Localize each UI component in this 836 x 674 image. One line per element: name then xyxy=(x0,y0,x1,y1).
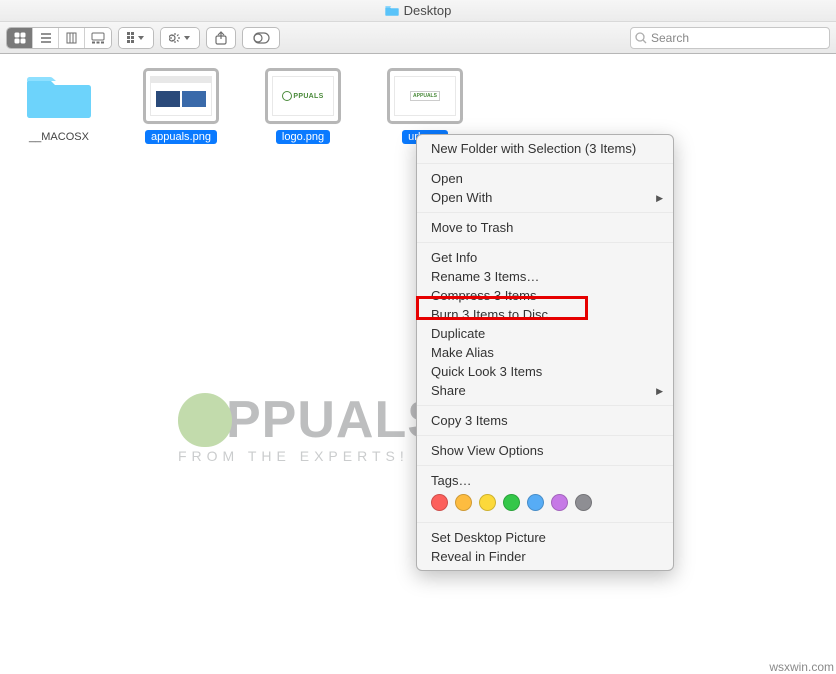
menu-duplicate[interactable]: Duplicate xyxy=(417,324,673,343)
menu-set-desktop[interactable]: Set Desktop Picture xyxy=(417,528,673,547)
menu-view-options[interactable]: Show View Options xyxy=(417,441,673,460)
tag-green[interactable] xyxy=(503,494,520,511)
search-input[interactable]: Search xyxy=(630,27,830,49)
tags-button[interactable] xyxy=(242,27,280,49)
folder-icon xyxy=(385,5,399,16)
menu-tags[interactable]: Tags… xyxy=(417,471,673,490)
watermark-brand: PPUALS xyxy=(226,390,443,450)
menu-share[interactable]: Share xyxy=(417,381,673,400)
watermark-tagline: FROM THE EXPERTS! xyxy=(178,448,443,464)
menu-move-to-trash[interactable]: Move to Trash xyxy=(417,218,673,237)
list-view-button[interactable] xyxy=(33,28,59,48)
item-folder[interactable]: __MACOSX xyxy=(16,68,102,144)
menu-separator xyxy=(417,163,673,164)
menu-make-alias[interactable]: Make Alias xyxy=(417,343,673,362)
menu-open-with[interactable]: Open With xyxy=(417,188,673,207)
item-label: __MACOSX xyxy=(23,130,95,144)
tag-colors-row xyxy=(417,490,673,517)
item-label: appuals.png xyxy=(145,130,217,144)
column-view-button[interactable] xyxy=(59,28,85,48)
item-file[interactable]: PPUALS logo.png xyxy=(260,68,346,144)
corner-credit: wsxwin.com xyxy=(769,660,834,674)
item-file[interactable]: APPUALS url.png xyxy=(382,68,468,144)
window-title: Desktop xyxy=(404,3,452,18)
context-menu: New Folder with Selection (3 Items) Open… xyxy=(416,134,674,571)
menu-separator xyxy=(417,212,673,213)
gallery-view-button[interactable] xyxy=(85,28,111,48)
thumbnail: PPUALS xyxy=(267,68,339,124)
content-area[interactable]: __MACOSX appuals.png PPUALS logo.png APP… xyxy=(0,54,836,674)
share-button[interactable] xyxy=(206,27,236,49)
window-titlebar: Desktop xyxy=(0,0,836,22)
toolbar: Search xyxy=(0,22,836,54)
menu-reveal-finder[interactable]: Reveal in Finder xyxy=(417,547,673,566)
menu-separator xyxy=(417,242,673,243)
menu-open[interactable]: Open xyxy=(417,169,673,188)
menu-separator xyxy=(417,465,673,466)
group-by-dropdown[interactable] xyxy=(118,27,154,49)
menu-separator xyxy=(417,405,673,406)
menu-copy[interactable]: Copy 3 Items xyxy=(417,411,673,430)
menu-burn[interactable]: Burn 3 Items to Disc… xyxy=(417,305,673,324)
menu-separator xyxy=(417,435,673,436)
tag-yellow[interactable] xyxy=(479,494,496,511)
tag-purple[interactable] xyxy=(551,494,568,511)
menu-compress[interactable]: Compress 3 Items xyxy=(417,286,673,305)
tag-gray[interactable] xyxy=(575,494,592,511)
search-placeholder: Search xyxy=(651,31,689,45)
tag-blue[interactable] xyxy=(527,494,544,511)
menu-get-info[interactable]: Get Info xyxy=(417,248,673,267)
watermark: PPUALS FROM THE EXPERTS! xyxy=(178,390,443,464)
search-icon xyxy=(635,32,647,44)
menu-quick-look[interactable]: Quick Look 3 Items xyxy=(417,362,673,381)
menu-new-folder[interactable]: New Folder with Selection (3 Items) xyxy=(417,139,673,158)
item-file[interactable]: appuals.png xyxy=(138,68,224,144)
tag-red[interactable] xyxy=(431,494,448,511)
tag-orange[interactable] xyxy=(455,494,472,511)
folder-icon xyxy=(23,68,95,124)
item-label: logo.png xyxy=(276,130,330,144)
menu-rename[interactable]: Rename 3 Items… xyxy=(417,267,673,286)
action-dropdown[interactable] xyxy=(160,27,200,49)
watermark-head-icon xyxy=(178,393,232,447)
menu-separator xyxy=(417,522,673,523)
thumbnail xyxy=(145,68,217,124)
view-mode-group xyxy=(6,27,112,49)
icon-view-button[interactable] xyxy=(7,28,33,48)
thumbnail: APPUALS xyxy=(389,68,461,124)
